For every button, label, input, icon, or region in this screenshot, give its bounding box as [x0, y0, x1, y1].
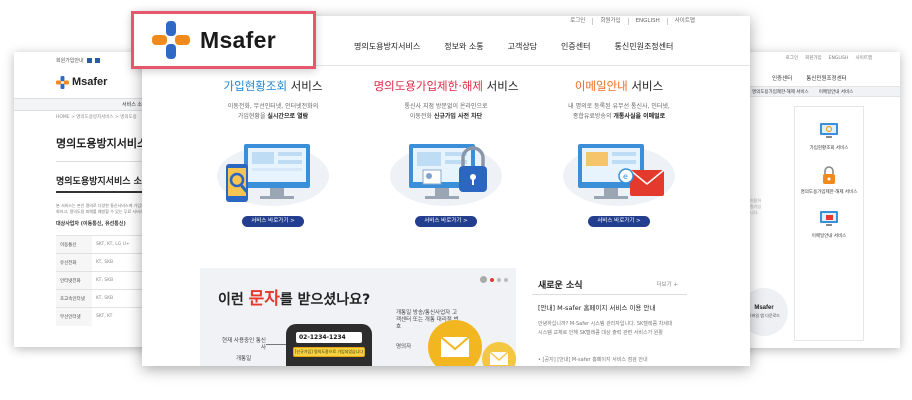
nav-item-info[interactable]: 정보와 소통 — [444, 41, 483, 52]
service-card-email: 이메일안내 서비스 내 명의로 등록된 유무선 통신사, 인터넷, 종합유료방송… — [534, 78, 704, 227]
callout-line — [266, 344, 288, 345]
nav-item-mediation-center[interactable]: 통신민원조정센터 — [615, 41, 674, 52]
lock-icon — [823, 166, 835, 184]
divider — [532, 294, 687, 295]
news-title: 새로운 소식 — [538, 281, 583, 291]
service-go-button[interactable]: 서비스 바로가기 > — [415, 216, 477, 227]
util-icon[interactable] — [94, 57, 100, 63]
callout-label: 개통일 — [236, 356, 252, 362]
quick-menu-label: 이메일안내 서비스 — [811, 234, 847, 239]
monitor-envelope-icon: e — [563, 144, 675, 206]
news-headline[interactable]: [안내] M-safer 홈페이지 서비스 이용 안내 — [538, 302, 655, 312]
svg-text:e: e — [623, 172, 628, 181]
play-icon[interactable] — [480, 276, 487, 283]
monitor-lock-icon — [390, 144, 502, 206]
util-text[interactable]: 회원가입안내 — [56, 57, 84, 64]
service-title: 명의도용가입제한·해제 서비스 — [373, 79, 519, 93]
phone-number: 02-1234-1234 — [296, 332, 362, 343]
quick-menu-label: 명의도용가입제한·해제 서비스 — [800, 190, 858, 195]
nav-item[interactable]: 인증센터 — [772, 74, 792, 82]
service-title: 이메일안내 서비스 — [574, 79, 664, 93]
pager-dot[interactable] — [490, 277, 494, 282]
sitemap-link[interactable]: 사이트맵 — [855, 55, 872, 61]
util-links: 로그인 회원가입 ENGLISH 사이트맵 — [730, 52, 900, 64]
highlighted-brand-logo[interactable]: Msafer — [131, 11, 316, 69]
service-illustration — [387, 136, 505, 208]
table-key: 초고속인터넷 — [56, 289, 92, 308]
sub-nav: 명의도용가입제한·해제 서비스 이메일안내 서비스 — [730, 86, 900, 97]
brand-name: Msafer — [200, 26, 276, 53]
news-panel: 새로운 소식 더보기 + [안내] M-safer 홈페이지 서비스 이용 안내… — [526, 268, 692, 366]
service-go-button[interactable]: 서비스 바로가기 > — [588, 216, 650, 227]
brand-name: Msafer — [72, 76, 108, 88]
monitor-mail-icon — [820, 211, 838, 226]
service-illustration — [214, 136, 332, 208]
english-link[interactable]: ENGLISH — [627, 18, 667, 25]
envelope-icon — [489, 351, 509, 365]
sitemap-link[interactable]: 사이트맵 — [666, 18, 702, 25]
login-link[interactable]: 로그인 — [563, 18, 592, 25]
table-key: 인터넷전화 — [56, 271, 92, 290]
quick-menu-item[interactable]: 가입현황조회 서비스 — [795, 121, 863, 151]
callout-label: 현재 사용중인 통신사 — [222, 338, 266, 351]
promo-title: Msafer — [754, 305, 774, 311]
news-more-link[interactable]: 더보기 + — [656, 280, 678, 288]
pager-dot[interactable] — [497, 277, 501, 282]
login-link[interactable]: 로그인 — [786, 55, 798, 61]
mail-badge-icon — [428, 320, 482, 366]
news-list-item[interactable]: • [공지] [안내] M-safer 홈페이지 서비스 점검 안내 — [538, 356, 648, 363]
back-right-page: 로그인 회원가입 ENGLISH 사이트맵 인증센터 통신민원조정센터 명의도용… — [730, 52, 900, 348]
service-card-block: 명의도용가입제한·해제 서비스 통신사 지점 방문없이 온라인으로 이동전화 신… — [361, 78, 531, 227]
sub-nav-item[interactable]: 명의도용가입제한·해제 서비스 — [752, 89, 809, 95]
signup-link[interactable]: 회원가입 — [592, 18, 627, 25]
nav-item-support[interactable]: 고객상담 — [508, 41, 537, 52]
msafer-logo-icon — [56, 75, 69, 89]
signup-link[interactable]: 회원가입 — [805, 55, 822, 61]
mail-badge-icon — [482, 342, 516, 366]
screenshot-stage: 회원가입안내 Msafer 서비스 소개 HOME > 명의도용방지서비스 > … — [0, 0, 912, 400]
pager-dot[interactable] — [504, 277, 508, 282]
banner-controls — [480, 276, 508, 283]
service-title: 가입현황조회 서비스 — [223, 79, 323, 93]
promo-subtitle: 모바일 앱 다운로드 — [748, 313, 780, 318]
service-description: 내 명의로 등록된 유무선 통신사, 인터넷, 종합유료방송의 개통사실을 이메… — [568, 103, 670, 120]
callout-label: 명의자 — [396, 344, 412, 350]
table-key: 이동통신 — [56, 235, 92, 254]
quick-menu-item[interactable]: 이메일안내 서비스 — [795, 209, 863, 239]
monitor-search-icon — [820, 123, 838, 138]
service-illustration: e — [560, 136, 678, 208]
table-key: 유선전화 — [56, 253, 92, 272]
quick-menu: 가입현황조회 서비스 명의도용가입제한·해제 서비스 이메일안내 서비스 — [794, 106, 864, 341]
util-links: 로그인 회원가입 ENGLISH 사이트맵 — [563, 18, 702, 25]
util-icon[interactable] — [86, 57, 92, 63]
banner-headline: 이런 문자를 받으셨나요? — [218, 289, 371, 309]
english-link[interactable]: ENGLISH — [829, 56, 849, 61]
phone-illustration: 02-1234-1234 [신규가입] 명의도용으로 가입되었습니다 — [286, 324, 372, 366]
service-description: 통신사 지점 방문없이 온라인으로 이동전화 신규가입 사전 차단 — [404, 103, 488, 120]
monitor-magnifier-icon — [217, 144, 329, 206]
nav-item[interactable]: 통신민원조정센터 — [806, 74, 846, 82]
sms-banner[interactable]: 이런 문자를 받으셨나요? 현재 사용중인 통신사 개통일 02-1234-12… — [200, 268, 516, 366]
nav-item-identity-protection[interactable]: 명의도용방지서비스 — [354, 41, 420, 52]
quick-menu-label: 가입현황조회 서비스 — [809, 146, 849, 151]
nav-item-auth-center[interactable]: 인증센터 — [561, 41, 590, 52]
quick-menu-item[interactable]: 명의도용가입제한·해제 서비스 — [795, 165, 863, 195]
news-body: 안녕하십니까? M-Safer 시스템 관리자입니다. SK텔레콤 차세대 시스… — [538, 321, 673, 336]
table-key: 무선인터넷 — [56, 307, 92, 326]
phone-message: [신규가입] 명의도용으로 가입되었습니다 — [293, 347, 365, 357]
global-nav: 명의도용방지서비스 정보와 소통 고객상담 인증센터 통신민원조정센터 — [354, 41, 697, 52]
service-go-button[interactable]: 서비스 바로가기 > — [242, 216, 304, 227]
service-card-subscription: 가입현황조회 서비스 이동전화, 무선인터넷, 인터넷전화의 가입현황을 실시간… — [188, 78, 358, 227]
envelope-icon — [440, 336, 470, 357]
service-description: 이동전화, 무선인터넷, 인터넷전화의 가입현황을 실시간으로 열람 — [227, 103, 319, 120]
global-nav: 인증센터 통신민원조정센터 — [730, 70, 900, 86]
sub-nav-item[interactable]: 이메일안내 서비스 — [819, 89, 854, 95]
msafer-logo-icon — [152, 21, 190, 59]
